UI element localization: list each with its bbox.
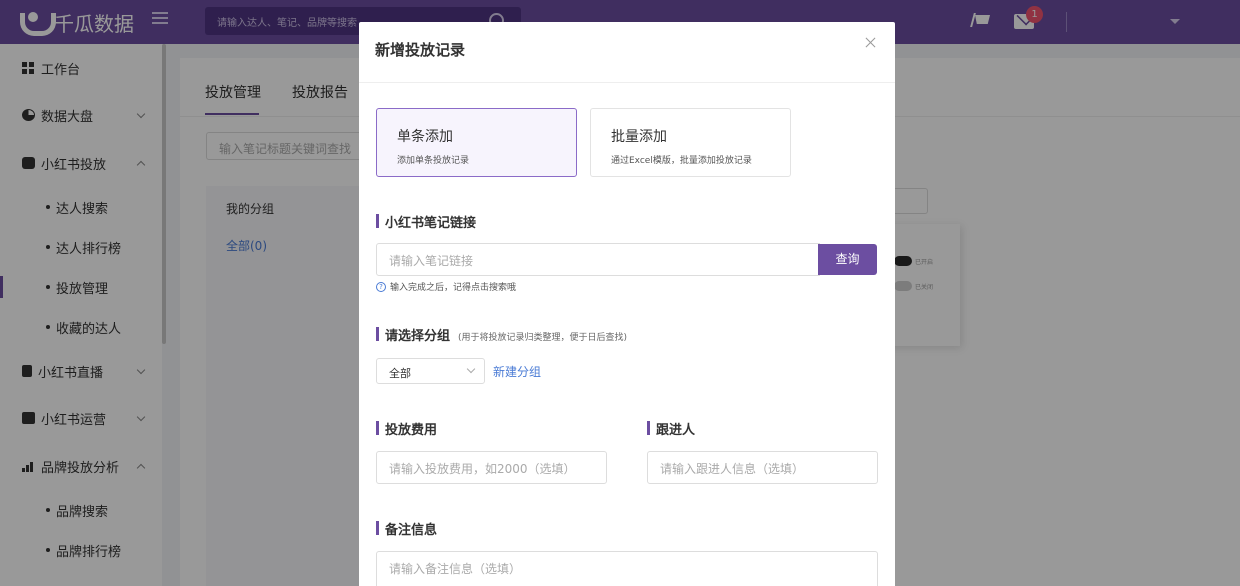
note-link-title-text: 小红书笔记链接 (385, 216, 477, 231)
single-add-option[interactable]: 单条添加 添加单条投放记录 (376, 108, 577, 177)
remark-title-text: 备注信息 (385, 523, 438, 538)
new-group-link[interactable]: 新建分组 (493, 363, 541, 380)
batch-add-option[interactable]: 批量添加 通过Excel模版，批量添加投放记录 (590, 108, 791, 177)
modal-title: 新增投放记录 (375, 41, 466, 59)
note-link-input[interactable]: 请输入笔记链接 (376, 243, 820, 276)
chevron-down-icon (466, 364, 476, 374)
batch-add-title: 批量添加 (611, 129, 667, 145)
query-button[interactable]: 查询 (818, 244, 877, 275)
note-link-hint-text: 输入完成之后，记得点击搜索哦 (390, 283, 517, 293)
close-icon[interactable] (864, 36, 878, 50)
group-select[interactable]: 全部 (376, 358, 485, 384)
group-select-value: 全部 (389, 367, 411, 380)
follower-title-text: 跟进人 (656, 423, 696, 438)
note-link-section-title: 小红书笔记链接 (376, 212, 476, 231)
follower-section-title: 跟进人 (647, 419, 695, 438)
group-title-text: 请选择分组 (385, 329, 451, 344)
single-add-desc: 添加单条投放记录 (397, 156, 470, 166)
remark-placeholder: 请输入备注信息（选填） (389, 562, 522, 576)
note-link-hint: ? 输入完成之后，记得点击搜索哦 (376, 280, 516, 293)
cost-placeholder: 请输入投放费用，如2000（选填） (389, 462, 576, 476)
remark-section-title: 备注信息 (376, 519, 437, 538)
help-icon: ? (376, 281, 386, 292)
note-link-placeholder: 请输入笔记链接 (389, 254, 474, 268)
modal-divider (359, 82, 895, 83)
cost-section-title: 投放费用 (376, 419, 437, 438)
cost-input[interactable]: 请输入投放费用，如2000（选填） (376, 451, 607, 484)
cost-title-text: 投放费用 (385, 423, 438, 438)
follower-placeholder: 请输入跟进人信息（选填） (660, 462, 805, 476)
group-section-hint: (用于将投放记录归类整理，便于日后查找) (458, 333, 628, 343)
single-add-title: 单条添加 (397, 129, 453, 145)
follower-input[interactable]: 请输入跟进人信息（选填） (647, 451, 878, 484)
remark-input[interactable]: 请输入备注信息（选填） (376, 551, 878, 586)
add-ad-record-modal: 新增投放记录 单条添加 添加单条投放记录 批量添加 通过Excel模版，批量添加… (359, 22, 895, 586)
batch-add-desc: 通过Excel模版，批量添加投放记录 (611, 156, 752, 166)
group-section-title: 请选择分组 (用于将投放记录归类整理，便于日后查找) (376, 325, 627, 344)
